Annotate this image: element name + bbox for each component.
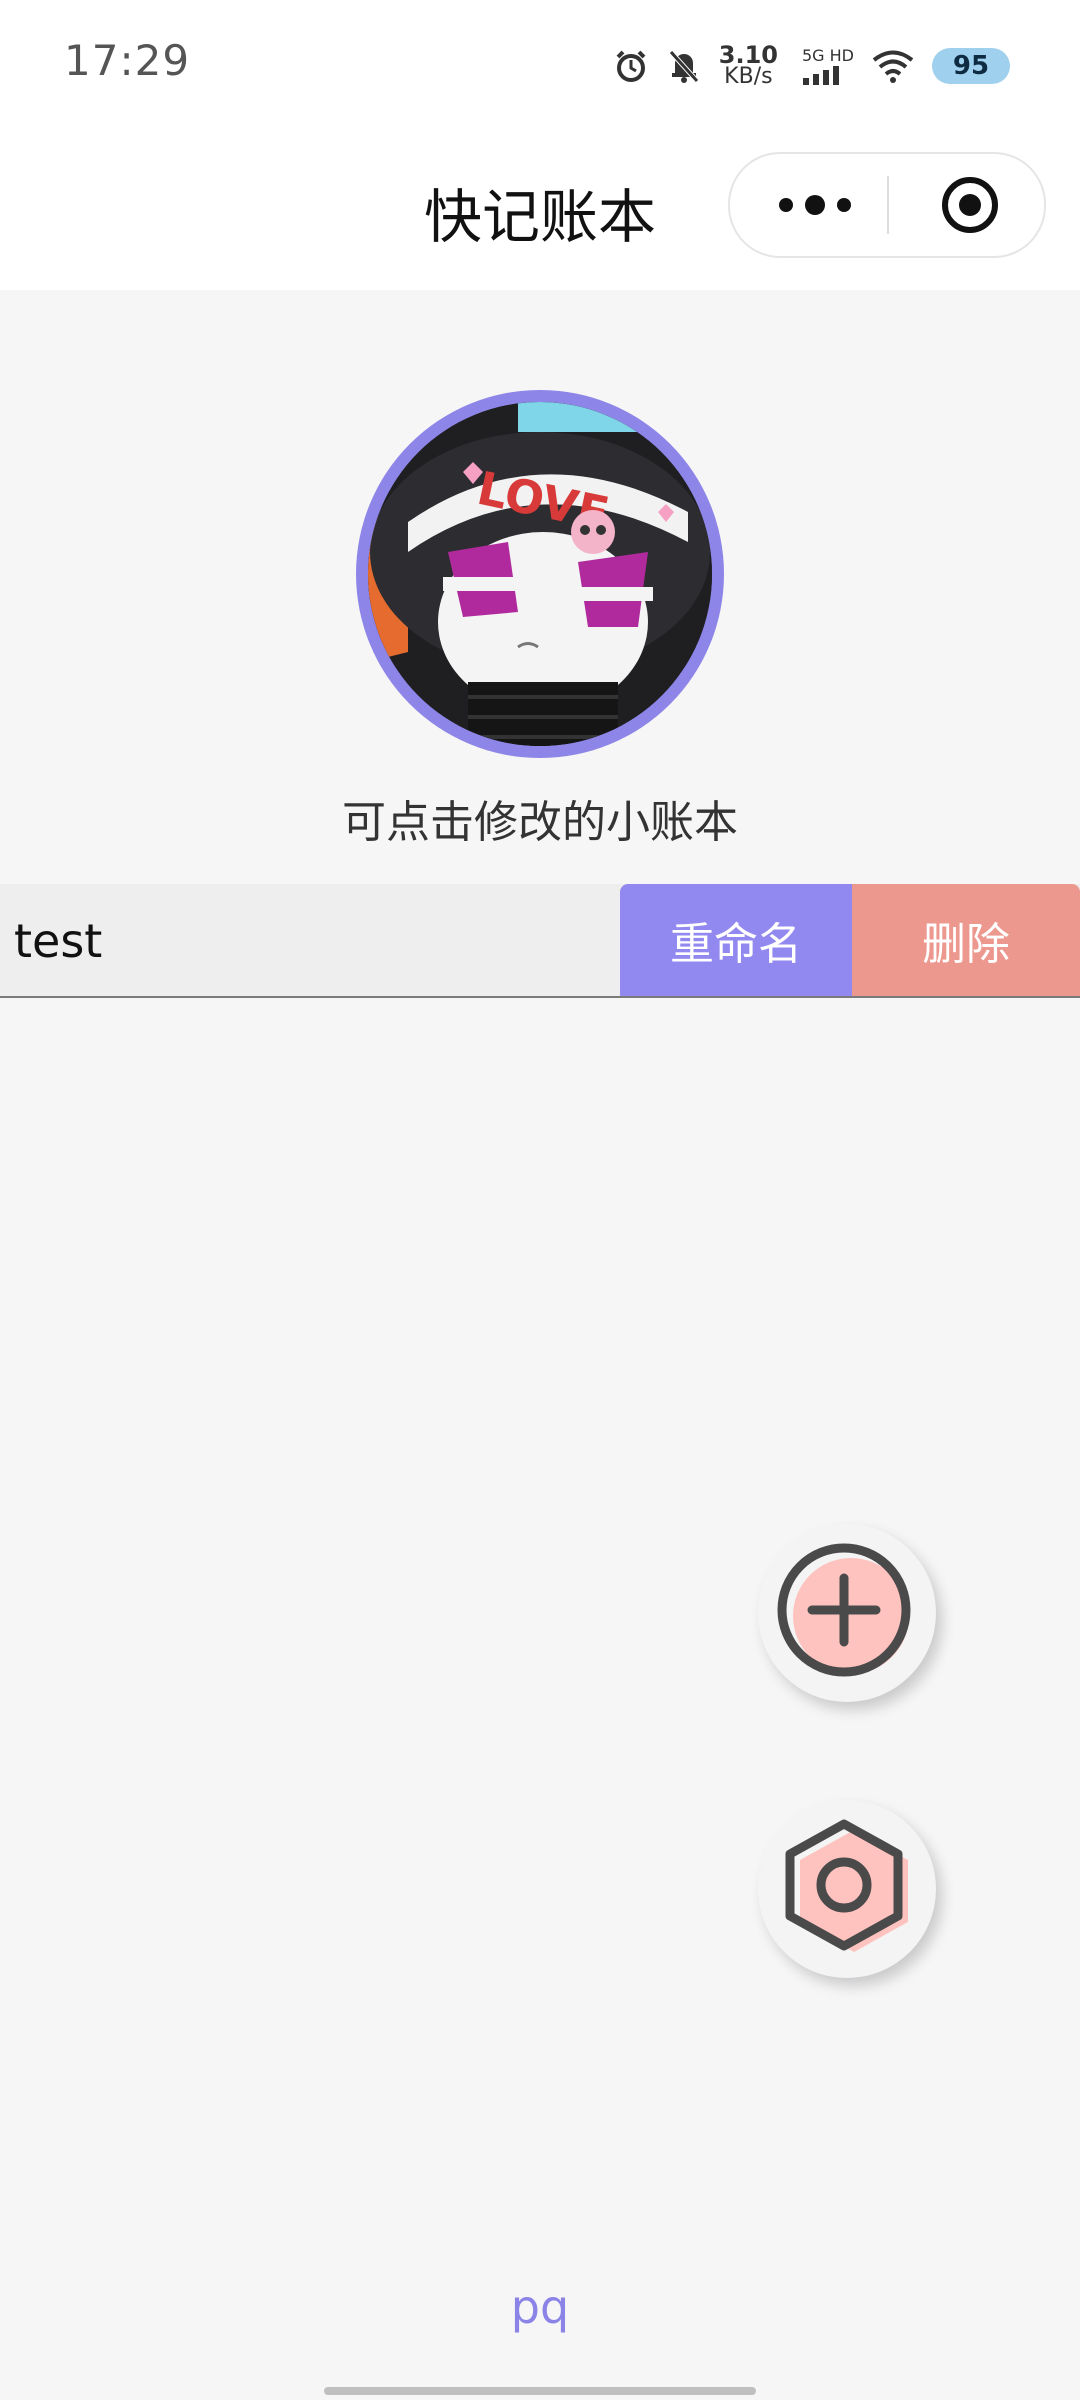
more-button[interactable]: [760, 154, 870, 256]
network-speed-value: 3.10: [718, 41, 778, 69]
home-indicator[interactable]: [324, 2387, 756, 2395]
status-time: 17:29: [64, 36, 191, 85]
status-bar: 17:29 3.10 KB/s 5G HD 95: [0, 0, 1080, 130]
nav-bar: 快记账本: [0, 130, 1080, 290]
network-label: 5G HD: [801, 46, 854, 65]
signal-indicator: 5G HD: [802, 47, 854, 85]
signal-icon: [802, 66, 839, 85]
footer-label: pq: [510, 2280, 570, 2334]
delete-button[interactable]: 删除: [852, 884, 1080, 996]
book-name[interactable]: test: [14, 914, 102, 968]
alarm-icon: [613, 48, 649, 84]
add-book-button[interactable]: [758, 1524, 936, 1702]
battery-indicator: 95: [932, 48, 1010, 84]
more-dots-icon: [779, 195, 851, 215]
wifi-icon: [872, 49, 914, 83]
profile-subtitle[interactable]: 可点击修改的小账本: [0, 786, 1080, 850]
avatar[interactable]: LOVE: [356, 390, 724, 758]
status-icons: 3.10 KB/s 5G HD 95: [613, 42, 1010, 90]
rename-button[interactable]: 重命名: [620, 884, 852, 996]
avatar-image: LOVE: [368, 402, 712, 746]
plus-circle-icon: [777, 1543, 911, 1677]
hexagon-settings-icon: [785, 1819, 908, 1952]
mute-bell-icon: [667, 48, 701, 84]
list-item[interactable]: test 重命名 删除: [0, 884, 1080, 998]
network-speed: 3.10 KB/s: [718, 41, 778, 89]
network-speed-unit: KB/s: [724, 64, 773, 89]
capsule-divider: [887, 176, 889, 234]
mini-program-capsule: [728, 152, 1046, 258]
settings-button[interactable]: [758, 1800, 936, 1978]
close-target-icon[interactable]: [940, 175, 1000, 235]
